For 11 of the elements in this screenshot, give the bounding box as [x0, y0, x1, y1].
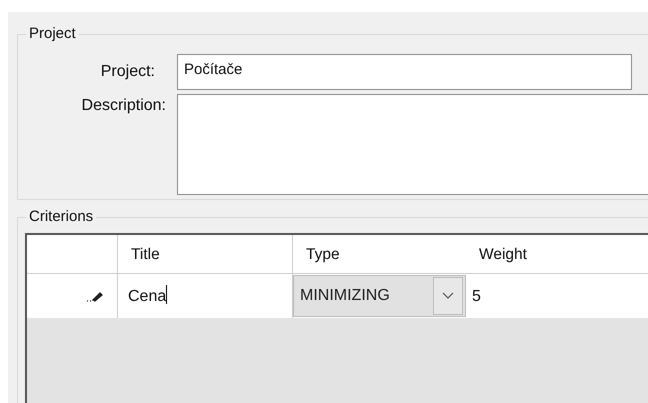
description-field[interactable]: [177, 94, 648, 195]
table-cell[interactable]: Cena: [128, 288, 168, 305]
chevron-down-icon: [442, 292, 454, 300]
table-cell[interactable]: 5: [472, 288, 481, 305]
column-header[interactable]: Weight: [466, 235, 648, 273]
type-dropdown[interactable]: MINIMIZING: [293, 275, 466, 317]
project-label: Project:: [100, 62, 156, 82]
project-field[interactable]: Počítače: [177, 54, 632, 90]
column-header[interactable]: Type: [293, 235, 466, 273]
description-label: Description:: [80, 96, 166, 116]
column-header[interactable]: Title: [118, 235, 293, 273]
